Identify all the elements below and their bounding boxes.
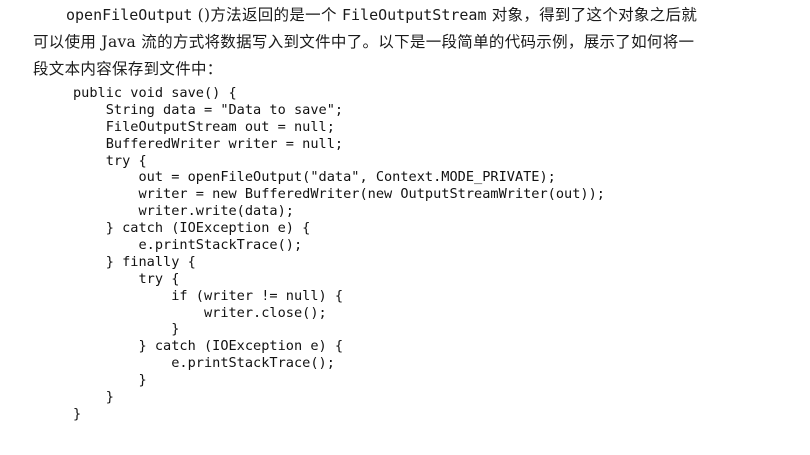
code-line: writer = new BufferedWriter(new OutputSt…	[73, 186, 605, 203]
code-line: FileOutputStream out = null;	[73, 118, 335, 135]
code-line: }	[73, 405, 82, 422]
inline-code-openfileoutput: openFileOutput	[66, 6, 193, 24]
paragraph-line-3: 段文本内容保存到文件中：	[33, 60, 223, 78]
code-line: } catch (IOException e) {	[73, 220, 311, 237]
code-line: BufferedWriter writer = null;	[73, 135, 344, 152]
code-line: writer.write(data);	[73, 203, 294, 220]
code-line: writer.close();	[73, 304, 327, 321]
code-line: e.printStackTrace();	[73, 355, 335, 372]
paragraph-line-2: 可以使用 Java 流的方式将数据写入到文件中了。以下是一段简单的代码示例，展示…	[33, 33, 695, 51]
code-line: try {	[73, 270, 180, 287]
code-line: out = openFileOutput("data", Context.MOD…	[73, 169, 556, 186]
code-line: String data = "Data to save";	[73, 101, 344, 118]
code-line: if (writer != null) {	[73, 287, 344, 304]
body-paragraph: openFileOutput ()方法返回的是一个 FileOutputStre…	[33, 2, 773, 83]
code-line: public void save() {	[73, 85, 237, 101]
paragraph-text: ()方法返回的是一个	[192, 6, 342, 24]
code-line: } catch (IOException e) {	[73, 338, 344, 355]
code-listing: public void save() { String data = "Data…	[73, 85, 605, 423]
paragraph-text: 对象，得到了这个对象之后就	[486, 6, 698, 24]
code-line: try {	[73, 152, 147, 169]
code-line: } finally {	[73, 253, 196, 270]
inline-code-fileoutputstream: FileOutputStream	[342, 6, 487, 24]
paragraph-line-1: openFileOutput ()方法返回的是一个 FileOutputStre…	[33, 2, 773, 29]
code-line: }	[73, 372, 147, 389]
code-line: }	[73, 389, 114, 406]
code-line: e.printStackTrace();	[73, 237, 303, 254]
code-line: }	[73, 321, 180, 338]
